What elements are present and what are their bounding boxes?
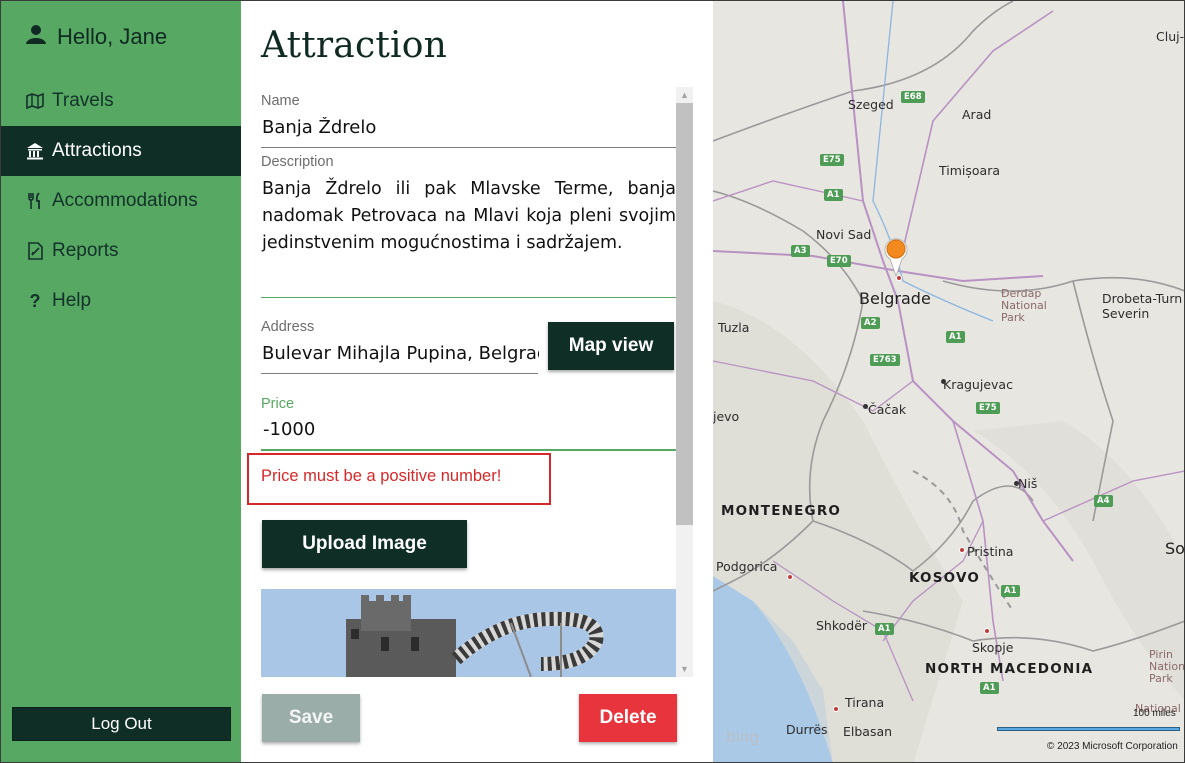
- delete-button[interactable]: Delete: [579, 694, 677, 742]
- road-shield: A1: [824, 189, 843, 201]
- map-label-north-macedonia: NORTH MACEDONIA: [925, 661, 1094, 677]
- map-label-kragujevac: Kragujevac: [943, 377, 1013, 392]
- map-label-nis: Niš: [1018, 476, 1038, 491]
- scroll-up-icon[interactable]: ▲: [676, 87, 693, 103]
- map-label-montenegro: MONTENEGRO: [721, 503, 842, 519]
- map-label-timisoara: Timișoara: [939, 163, 1000, 178]
- map-label-kosovo: KOSOVO: [909, 570, 981, 586]
- scroll-down-icon[interactable]: ▼: [676, 661, 693, 677]
- map-label-elbasan: Elbasan: [843, 724, 893, 739]
- address-field[interactable]: Bulevar Mihajla Pupina, Belgrad: [262, 343, 539, 364]
- sidebar: Hello, Jane Travels Attractions Accommod…: [0, 0, 242, 763]
- upload-image-button[interactable]: Upload Image: [262, 520, 467, 568]
- user-greeting: Hello, Jane: [25, 23, 167, 50]
- map-copyright: © 2023 Microsoft Corporation: [1047, 741, 1178, 752]
- save-button[interactable]: Save: [262, 694, 360, 742]
- sidebar-item-label: Reports: [52, 240, 119, 261]
- road-shield: A1: [875, 623, 894, 635]
- map-label-shkoder: Shkodër: [816, 618, 868, 633]
- map-label-skopje: Skopje: [972, 640, 1014, 655]
- sidebar-item-travels[interactable]: Travels: [1, 76, 242, 126]
- address-label: Address: [261, 319, 315, 335]
- road-shield: A1: [946, 331, 965, 343]
- description-label: Description: [261, 154, 334, 170]
- map-label-djerdap-park: Đerdap National Park: [1001, 287, 1047, 324]
- price-label: Price: [261, 396, 295, 412]
- sidebar-item-label: Attractions: [52, 140, 142, 161]
- bank-icon: [25, 141, 45, 161]
- map-label-novi-sad: Novi Sad: [816, 227, 872, 242]
- city-dot-pristina: [959, 547, 965, 553]
- attraction-form-panel: Attraction Name Banja Ždrelo Description…: [241, 0, 713, 763]
- location-pin-icon[interactable]: [884, 237, 908, 277]
- road-shield: A3: [791, 245, 810, 257]
- sidebar-item-accommodations[interactable]: Accommodations: [1, 176, 242, 226]
- attraction-image-preview: [261, 589, 676, 677]
- map-label-jevo: jevo: [713, 409, 740, 424]
- city-dot-podgorica: [787, 574, 793, 580]
- map-view[interactable]: Cluj-N Szeged Arad Timișoara Novi Sad Be…: [713, 0, 1185, 763]
- city-dot-tirana: [833, 706, 839, 712]
- price-underline: [261, 449, 676, 451]
- road-shield: A4: [1094, 495, 1113, 507]
- name-label: Name: [261, 93, 300, 109]
- logout-button[interactable]: Log Out: [12, 707, 231, 741]
- map-label-drobeta: Drobeta-Turn: [1102, 291, 1183, 306]
- sidebar-item-attractions[interactable]: Attractions: [1, 126, 242, 176]
- map-label-durres: Durrës: [786, 722, 828, 737]
- city-dot-cacak: [863, 404, 868, 409]
- price-field[interactable]: -1000: [263, 419, 675, 440]
- map-scale-label: 100 miles: [1133, 708, 1176, 719]
- map-label-cacak: Čačak: [868, 402, 907, 417]
- map-label-tuzla: Tuzla: [718, 320, 750, 335]
- name-underline: [261, 147, 676, 148]
- map-label-tirana: Tirana: [845, 695, 885, 710]
- map-label-podgorica: Podgorica: [716, 559, 778, 574]
- road-shield: A2: [861, 317, 880, 329]
- map-label-arad: Arad: [962, 107, 992, 122]
- description-underline: [261, 297, 676, 298]
- map-label-pirin-park: Pirin Nation Park: [1149, 648, 1185, 685]
- road-shield: E68: [901, 91, 925, 103]
- user-icon: [25, 23, 47, 50]
- road-shield: E75: [820, 154, 844, 166]
- road-shield: A1: [1001, 585, 1020, 597]
- road-shield: A1: [980, 682, 999, 694]
- city-dot-kragujevac: [941, 379, 946, 384]
- greeting-text: Hello, Jane: [57, 23, 168, 49]
- price-error-message: Price must be a positive number!: [261, 467, 502, 485]
- map-label-severin: Severin: [1102, 306, 1150, 321]
- sidebar-item-label: Travels: [52, 90, 114, 111]
- address-underline: [261, 373, 538, 374]
- road-shield: E70: [827, 255, 851, 267]
- map-label-so: So: [1165, 539, 1185, 558]
- city-dot-skopje: [984, 628, 990, 634]
- sidebar-item-label: Accommodations: [52, 190, 198, 211]
- map-icon: [25, 91, 45, 111]
- scrollbar-thumb[interactable]: [676, 103, 693, 525]
- sidebar-item-reports[interactable]: Reports: [1, 226, 242, 276]
- cutlery-icon: [25, 191, 45, 211]
- sidebar-item-label: Help: [52, 290, 92, 311]
- map-view-button[interactable]: Map view: [548, 322, 674, 370]
- road-shield: E763: [870, 354, 900, 366]
- report-icon: [25, 241, 45, 261]
- map-label-pristina: Pristina: [967, 544, 1014, 559]
- question-icon: ?: [29, 290, 41, 311]
- sidebar-item-help[interactable]: ? Help: [1, 276, 242, 326]
- map-label-cluj: Cluj-N: [1156, 29, 1185, 44]
- name-field[interactable]: Banja Ždrelo: [262, 117, 674, 138]
- map-label-belgrade: Belgrade: [859, 289, 931, 308]
- page-title: Attraction: [261, 25, 447, 66]
- map-label-szeged: Szeged: [848, 97, 894, 112]
- map-scale-bar: [997, 727, 1180, 731]
- description-field[interactable]: Banja Ždrelo ili pak Mlavske Terme, banj…: [262, 176, 676, 257]
- road-shield: E75: [976, 402, 1000, 414]
- city-dot-nis: [1014, 481, 1019, 486]
- bing-logo: bing: [726, 728, 759, 746]
